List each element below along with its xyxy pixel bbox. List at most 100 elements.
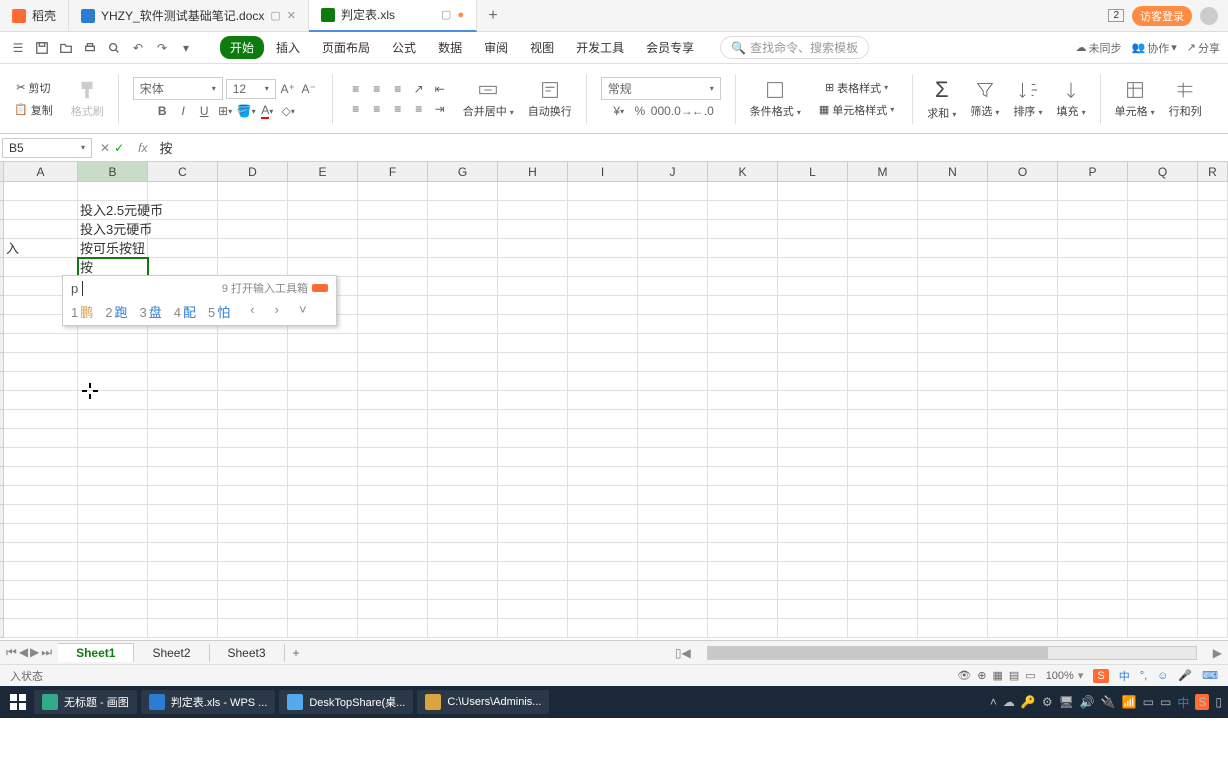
cell-A2[interactable] bbox=[4, 201, 78, 220]
cell-R18[interactable] bbox=[1198, 505, 1228, 524]
cell-M10[interactable] bbox=[848, 353, 918, 372]
cell-H20[interactable] bbox=[498, 543, 568, 562]
cell-M4[interactable] bbox=[848, 239, 918, 258]
cell-G9[interactable] bbox=[428, 334, 498, 353]
tab-restore-icon[interactable]: ▢ bbox=[441, 8, 451, 21]
cell-J21[interactable] bbox=[638, 562, 708, 581]
col-header-F[interactable]: F bbox=[358, 162, 428, 182]
spreadsheet-grid[interactable]: ABCDEFGHIJKLMNOPQR 投入2.5元硬币投入3元硬币入按可乐按钮按… bbox=[0, 162, 1228, 640]
cell-N2[interactable] bbox=[918, 201, 988, 220]
cell-P18[interactable] bbox=[1058, 505, 1128, 524]
cell-C2[interactable] bbox=[148, 201, 218, 220]
ime-cand-2[interactable]: 2跑 bbox=[105, 302, 127, 321]
emoji-icon[interactable]: ☺ bbox=[1157, 670, 1168, 682]
cell-F6[interactable] bbox=[358, 277, 428, 296]
dec-inc-icon[interactable]: .0→ bbox=[673, 102, 691, 120]
menu-insert[interactable]: 插入 bbox=[266, 36, 310, 59]
cell-B16[interactable] bbox=[78, 467, 148, 486]
window-count-badge[interactable]: 2 bbox=[1108, 9, 1124, 22]
cell-P22[interactable] bbox=[1058, 581, 1128, 600]
cell-I13[interactable] bbox=[568, 410, 638, 429]
cell-H3[interactable] bbox=[498, 220, 568, 239]
cell-R16[interactable] bbox=[1198, 467, 1228, 486]
cell-R5[interactable] bbox=[1198, 258, 1228, 277]
cell-F2[interactable] bbox=[358, 201, 428, 220]
sheet-tab-1[interactable]: Sheet1 bbox=[58, 643, 134, 662]
cell-C16[interactable] bbox=[148, 467, 218, 486]
cell-G6[interactable] bbox=[428, 277, 498, 296]
cell-F15[interactable] bbox=[358, 448, 428, 467]
cell-L16[interactable] bbox=[778, 467, 848, 486]
cell-G18[interactable] bbox=[428, 505, 498, 524]
sheet-tab-2[interactable]: Sheet2 bbox=[134, 644, 209, 662]
cell-A24[interactable] bbox=[4, 619, 78, 638]
cell-O16[interactable] bbox=[988, 467, 1058, 486]
align-bot-icon[interactable]: ≡ bbox=[389, 80, 407, 98]
cell-F10[interactable] bbox=[358, 353, 428, 372]
cell-M21[interactable] bbox=[848, 562, 918, 581]
cell-J7[interactable] bbox=[638, 296, 708, 315]
cell-O18[interactable] bbox=[988, 505, 1058, 524]
cell-A4[interactable]: 入 bbox=[4, 239, 78, 258]
fx-icon[interactable]: fx bbox=[132, 141, 153, 155]
cell-C13[interactable] bbox=[148, 410, 218, 429]
eye-icon[interactable]: 👁 bbox=[957, 669, 971, 682]
ime-prev-icon[interactable]: ‹ bbox=[250, 302, 254, 321]
cell-B15[interactable] bbox=[78, 448, 148, 467]
cell-M24[interactable] bbox=[848, 619, 918, 638]
cell-O8[interactable] bbox=[988, 315, 1058, 334]
cell-M19[interactable] bbox=[848, 524, 918, 543]
cell-B2[interactable]: 投入2.5元硬币 bbox=[78, 201, 148, 220]
increase-font-icon[interactable]: A⁺ bbox=[279, 80, 297, 98]
cell-E20[interactable] bbox=[288, 543, 358, 562]
cell-R17[interactable] bbox=[1198, 486, 1228, 505]
cell-G1[interactable] bbox=[428, 182, 498, 201]
cell-K1[interactable] bbox=[708, 182, 778, 201]
cell-J24[interactable] bbox=[638, 619, 708, 638]
cell-L5[interactable] bbox=[778, 258, 848, 277]
cell-B13[interactable] bbox=[78, 410, 148, 429]
lang-indicator[interactable]: 中 bbox=[1119, 668, 1130, 684]
ime-expand-icon[interactable]: ˅ bbox=[299, 302, 307, 321]
cell-F16[interactable] bbox=[358, 467, 428, 486]
mic-icon[interactable]: 🎤 bbox=[1178, 669, 1192, 682]
cell-D16[interactable] bbox=[218, 467, 288, 486]
cell-P19[interactable] bbox=[1058, 524, 1128, 543]
cell-K24[interactable] bbox=[708, 619, 778, 638]
sheet-prev-icon[interactable]: ◀ bbox=[19, 645, 28, 660]
cell-H24[interactable] bbox=[498, 619, 568, 638]
font-color-button[interactable]: A▾ bbox=[258, 102, 276, 120]
bold-button[interactable]: B bbox=[153, 102, 171, 120]
cell-Q3[interactable] bbox=[1128, 220, 1198, 239]
cell-I2[interactable] bbox=[568, 201, 638, 220]
cell-C21[interactable] bbox=[148, 562, 218, 581]
cell-L11[interactable] bbox=[778, 372, 848, 391]
task-wps[interactable]: 判定表.xls - WPS ... bbox=[141, 690, 276, 714]
cell-J1[interactable] bbox=[638, 182, 708, 201]
cell-B20[interactable] bbox=[78, 543, 148, 562]
cell-D22[interactable] bbox=[218, 581, 288, 600]
cell-M3[interactable] bbox=[848, 220, 918, 239]
cell-F23[interactable] bbox=[358, 600, 428, 619]
sync-status[interactable]: ☁ 未同步 bbox=[1076, 40, 1122, 56]
currency-icon[interactable]: ¥▾ bbox=[610, 102, 628, 120]
cell-E4[interactable] bbox=[288, 239, 358, 258]
cell-E13[interactable] bbox=[288, 410, 358, 429]
view-page-icon[interactable]: ▤ bbox=[1009, 669, 1019, 682]
cell-F13[interactable] bbox=[358, 410, 428, 429]
cell-L13[interactable] bbox=[778, 410, 848, 429]
cell-K18[interactable] bbox=[708, 505, 778, 524]
cell-B10[interactable] bbox=[78, 353, 148, 372]
cell-R13[interactable] bbox=[1198, 410, 1228, 429]
cell-N22[interactable] bbox=[918, 581, 988, 600]
cut-button[interactable]: ✂ 剪切 bbox=[12, 78, 54, 98]
cell-G4[interactable] bbox=[428, 239, 498, 258]
cell-G23[interactable] bbox=[428, 600, 498, 619]
cell-D17[interactable] bbox=[218, 486, 288, 505]
cell-L20[interactable] bbox=[778, 543, 848, 562]
cell-J5[interactable] bbox=[638, 258, 708, 277]
cell-I5[interactable] bbox=[568, 258, 638, 277]
cell-A12[interactable] bbox=[4, 391, 78, 410]
cell-Q11[interactable] bbox=[1128, 372, 1198, 391]
cell-G24[interactable] bbox=[428, 619, 498, 638]
